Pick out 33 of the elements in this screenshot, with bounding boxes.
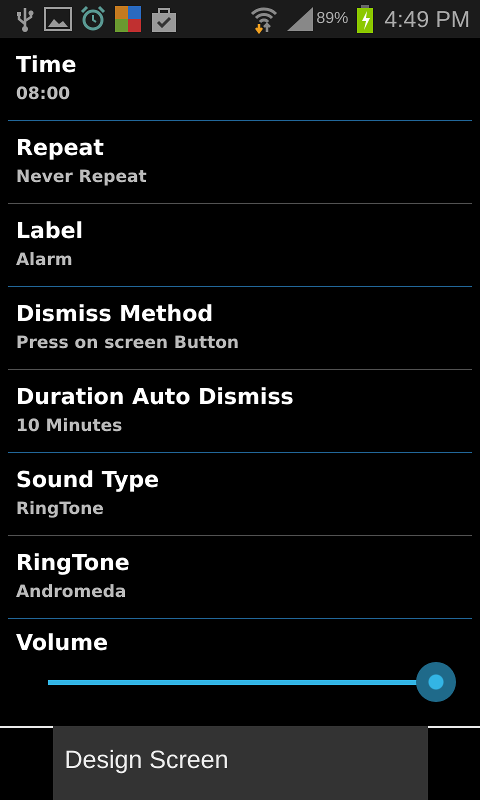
setting-title: RingTone [16,550,131,578]
slider-thumb[interactable] [416,662,456,702]
shopping-bag-icon [150,5,178,33]
battery-charging-icon [356,5,374,33]
setting-value: 10 Minutes [16,415,124,438]
setting-title: Dismiss Method [16,301,214,329]
setting-value: 08:00 [16,83,72,106]
setting-item[interactable]: RingTone Andromeda [8,536,472,619]
usb-icon [14,6,36,32]
alarm-clock-icon [80,5,106,33]
setting-value: Andromeda [16,581,128,604]
signal-icon [286,6,314,32]
setting-title: Time [16,52,78,80]
setting-title: Repeat [16,135,105,163]
volume-title: Volume [16,631,108,656]
app-icon [114,5,142,33]
setting-item[interactable]: Repeat Never Repeat [8,121,472,204]
setting-item[interactable]: Label Alarm [8,204,472,287]
setting-title: Sound Type [16,467,160,495]
toast-message: Design Screen [52,726,428,800]
setting-value: RingTone [16,498,105,521]
setting-value: Alarm [16,249,74,272]
setting-item[interactable]: Time 08:00 [8,38,472,121]
setting-title: Duration Auto Dismiss [16,384,295,412]
setting-value: Never Repeat [16,166,148,189]
clock-time: 4:49 PM [384,6,470,32]
battery-percent: 89% [316,10,348,28]
image-icon [44,6,72,32]
setting-item[interactable]: Duration Auto Dismiss 10 Minutes [8,370,472,453]
setting-value: Press on screen Button [16,332,240,355]
setting-title: Label [16,218,84,246]
setting-item[interactable]: Dismiss Method Press on screen Button [8,287,472,370]
setting-item[interactable]: Sound Type RingTone [8,453,472,536]
